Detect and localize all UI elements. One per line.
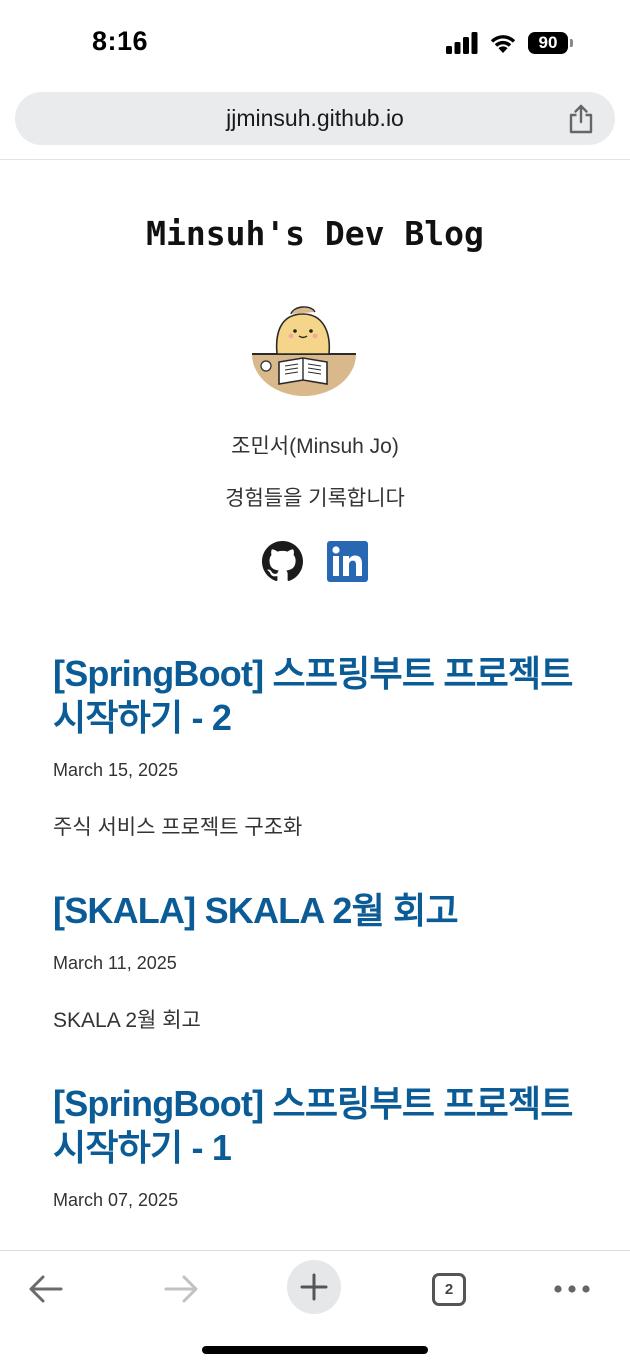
battery-icon: 90 [528,32,573,54]
post-item: [SpringBoot] 스프링부트 프로젝트 시작하기 - 2 March 1… [53,652,593,841]
divider [0,159,630,160]
github-link[interactable] [262,541,303,582]
forward-button[interactable] [153,1261,209,1317]
back-button[interactable] [18,1261,74,1317]
arrow-right-icon [164,1275,198,1303]
post-title-link[interactable]: [SKALA] SKALA 2월 회고 [53,889,593,933]
linkedin-link[interactable] [327,541,368,582]
address-bar[interactable]: jjminsuh.github.io [15,92,615,145]
post-excerpt: SKALA 2월 회고 [53,1009,201,1032]
author-bio: 경험들을 기록합니다 [225,487,405,510]
site-title[interactable]: Minsuh's Dev Blog [0,214,630,253]
linkedin-icon [327,541,368,582]
post-item: [SKALA] SKALA 2월 회고 March 11, 2025 SKALA… [53,889,593,1034]
post-date: March 11, 2025 [53,953,177,973]
github-icon [262,541,303,581]
post-title-link[interactable]: [SpringBoot] 스프링부트 프로젝트 시작하기 - 2 [53,652,593,740]
new-tab-button[interactable] [287,1260,341,1314]
tabs-button[interactable]: 2 [421,1261,477,1317]
social-links [262,541,368,582]
share-icon[interactable] [567,104,595,134]
url-text[interactable]: jjminsuh.github.io [15,105,615,132]
more-button[interactable] [544,1261,600,1317]
author-name: 조민서(Minsuh Jo) [231,435,399,458]
status-time: 8:16 [92,26,149,56]
post-excerpt: 주식 서비스 프로젝트 구조화 [53,816,303,839]
cellular-signal-icon [446,32,478,54]
post-title-link[interactable]: [SpringBoot] 스프링부트 프로젝트 시작하기 - 1 [53,1082,593,1170]
post-item: [SpringBoot] 스프링부트 프로젝트 시작하기 - 1 March 0… [53,1082,593,1211]
battery-level: 90 [528,32,568,54]
post-date: March 15, 2025 [53,760,179,780]
status-icons: 90 [446,30,573,56]
plus-icon [300,1273,328,1301]
avatar [252,306,356,396]
post-list: [SpringBoot] 스프링부트 프로젝트 시작하기 - 2 March 1… [53,652,593,1211]
wifi-icon [490,35,516,53]
status-bar: 8:16 90 [0,0,630,84]
post-date: March 07, 2025 [53,1190,179,1210]
tab-count: 2 [432,1272,466,1306]
arrow-left-icon [29,1275,63,1303]
more-dots-icon [554,1285,590,1293]
home-indicator [202,1346,428,1354]
